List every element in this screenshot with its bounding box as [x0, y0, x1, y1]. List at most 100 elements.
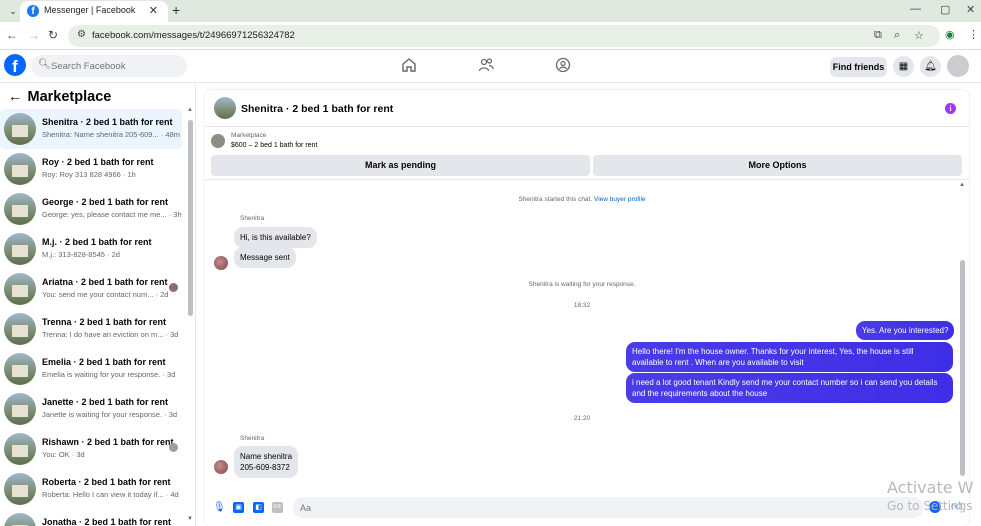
scroll-up-arrow-icon[interactable]: ▲ — [187, 107, 193, 113]
tab-close-icon[interactable]: ✕ — [149, 4, 158, 17]
listing-thumbnail — [4, 473, 36, 505]
zoom-icon[interactable]: ⌕ — [894, 29, 900, 42]
seen-avatar — [169, 283, 178, 292]
browser-address-bar: ← → ↻ ⚙ facebook.com/messages/t/24966971… — [0, 22, 981, 50]
watermark-line: Activate W — [887, 478, 974, 497]
thread-scrollbar[interactable] — [960, 260, 965, 476]
facebook-search[interactable]: 🔍︎ — [31, 55, 187, 77]
forward-arrow-icon[interactable]: → — [28, 28, 40, 42]
conversation-title: Rishawn · 2 bed 1 bath for rent — [42, 437, 174, 447]
minimize-button[interactable]: — — [910, 3, 921, 15]
reload-icon[interactable]: ↻ — [48, 28, 58, 42]
conversation-item[interactable]: Trenna · 2 bed 1 bath for rent Trenna: I… — [0, 309, 182, 349]
listing-price: $600 – 2 bed 1 bath for rent — [231, 142, 318, 149]
mark-as-pending-button[interactable]: Mark as pending — [211, 155, 590, 176]
listing-thumbnail — [4, 113, 36, 145]
conversation-item[interactable]: George · 2 bed 1 bath for rent George: y… — [0, 189, 182, 229]
listing-thumbnail — [4, 313, 36, 345]
menu-grid-icon[interactable]: ▦ — [893, 56, 914, 77]
install-app-icon[interactable]: ⧉ — [874, 29, 882, 42]
back-arrow-icon[interactable]: ← — [6, 28, 18, 42]
profile-icon[interactable]: ◉ — [945, 28, 955, 41]
site-settings-icon[interactable]: ⚙ — [77, 29, 86, 40]
seen-avatar — [169, 443, 178, 452]
sticker-icon[interactable]: ◧ — [253, 502, 264, 513]
message-thread: Shenitra started this chat. View buyer p… — [205, 179, 969, 493]
conversation-item[interactable]: Ariatna · 2 bed 1 bath for rent You: sen… — [0, 269, 182, 309]
sender-avatar[interactable] — [214, 256, 228, 270]
conversation-item[interactable]: Emelia · 2 bed 1 bath for rent Emelia is… — [0, 349, 182, 389]
conversation-item[interactable]: Janette · 2 bed 1 bath for rent Janette … — [0, 389, 182, 429]
microphone-icon[interactable]: 🎙︎ — [213, 502, 226, 513]
search-icon: 🔍︎ — [38, 59, 51, 70]
conversation-title: George · 2 bed 1 bath for rent — [42, 197, 169, 207]
groups-icon[interactable] — [555, 57, 571, 73]
search-input[interactable] — [51, 58, 181, 74]
waiting-notice: Shenitra is waiting for your response. — [528, 281, 636, 288]
conversation-list-scrollbar[interactable] — [188, 120, 193, 316]
sender-avatar[interactable] — [214, 460, 228, 474]
photo-icon[interactable]: ▣ — [233, 502, 244, 513]
facebook-logo-icon[interactable]: f — [4, 54, 26, 76]
chat-panel: Shenitra · 2 bed 1 bath for rent i Marke… — [205, 90, 969, 526]
conversation-title: Ariatna · 2 bed 1 bath for rent — [42, 277, 168, 287]
info-icon[interactable]: i — [945, 103, 956, 114]
url-omnibox[interactable]: ⚙ facebook.com/messages/t/24966971256324… — [68, 25, 940, 47]
more-options-button[interactable]: More Options — [593, 155, 962, 176]
message-line: 205-609-8372 — [240, 463, 290, 472]
marketplace-conversation-list: ← Marketplace Shenitra · 2 bed 1 bath for… — [0, 84, 196, 526]
url-text[interactable]: facebook.com/messages/t/2496697125632478… — [92, 30, 295, 41]
listing-thumbnail — [4, 353, 36, 385]
conversation-preview: M.j.: 313-828-8545 · 2d — [42, 250, 120, 259]
windows-activation-watermark: Activate W Go to Settings — [887, 478, 973, 513]
scroll-down-arrow-icon[interactable]: ▼ — [187, 516, 193, 522]
notifications-bell-icon[interactable]: 🔔︎ — [920, 56, 941, 77]
listing-thumbnail — [4, 433, 36, 465]
browser-tab[interactable]: f Messenger | Facebook ✕ — [20, 1, 168, 22]
listing-summary[interactable]: Marketplace $600 – 2 bed 1 bath for rent — [205, 128, 969, 154]
scroll-up-arrow-icon[interactable]: ▲ — [959, 182, 965, 188]
conversation-title: Trenna · 2 bed 1 bath for rent — [42, 317, 167, 327]
conversation-item[interactable]: M.j. · 2 bed 1 bath for rent M.j.: 313-8… — [0, 229, 182, 269]
conversation-preview: Janette is waiting for your response. · … — [42, 410, 178, 419]
marketplace-header: ← Marketplace — [8, 89, 111, 105]
tab-title: Messenger | Facebook — [44, 5, 136, 15]
conversation-preview: Shenitra: Name shenitra 205-609... · 48m — [42, 130, 180, 139]
incoming-message: Name shenitra 205-609-8372 — [234, 446, 299, 478]
new-tab-button[interactable]: + — [172, 2, 180, 18]
browser-tab-bar: ⌄ f Messenger | Facebook ✕ + — ▢ ✕ — [0, 0, 981, 22]
conversation-title: Emelia · 2 bed 1 bath for rent — [42, 357, 166, 367]
listing-thumbnail[interactable] — [214, 97, 236, 119]
browser-menu-icon[interactable]: ⋮ — [968, 28, 979, 41]
conversation-item[interactable]: Roberta · 2 bed 1 bath for rent Roberta:… — [0, 469, 182, 509]
account-avatar[interactable] — [947, 55, 969, 77]
message-composer: 🎙︎ ▣ ◧ GIF 👍︎ — [205, 493, 969, 523]
conversation-item[interactable]: Shenitra · 2 bed 1 bath for rent Shenitr… — [0, 109, 182, 149]
conversation-preview: You: OK · 3d — [42, 450, 85, 459]
bookmark-star-icon[interactable]: ☆ — [914, 29, 924, 42]
message-input-box[interactable] — [293, 497, 923, 518]
home-icon[interactable] — [401, 57, 417, 73]
conversation-preview: Emelia is waiting for your response. · 3… — [42, 370, 176, 379]
conversation-title: Roberta · 2 bed 1 bath for rent — [42, 477, 171, 487]
conversation-title: Roy · 2 bed 1 bath for rent — [42, 157, 154, 167]
message-input[interactable] — [300, 500, 900, 515]
listing-thumbnail — [4, 513, 36, 526]
close-window-button[interactable]: ✕ — [966, 3, 975, 16]
incoming-message: Message sent — [234, 247, 296, 268]
listing-thumbnail — [4, 233, 36, 265]
gif-icon[interactable]: GIF — [272, 502, 283, 513]
chat-title[interactable]: Shenitra · 2 bed 1 bath for rent — [241, 103, 393, 115]
find-friends-button[interactable]: Find friends — [830, 57, 887, 77]
tab-search-menu-icon[interactable]: ⌄ — [6, 4, 20, 18]
conversation-item[interactable]: Rishawn · 2 bed 1 bath for rent You: OK … — [0, 429, 182, 469]
maximize-button[interactable]: ▢ — [940, 3, 950, 16]
chat-started-text: Shenitra started this chat. — [518, 196, 593, 203]
friends-icon[interactable] — [478, 57, 494, 73]
conversation-item[interactable]: Jonatha · 2 bed 1 bath for rent — [0, 509, 182, 526]
back-arrow-icon[interactable]: ← — [8, 89, 23, 105]
sender-name: Shenitra — [240, 215, 265, 222]
view-buyer-profile-link[interactable]: View buyer profile — [594, 196, 646, 203]
conversation-item[interactable]: Roy · 2 bed 1 bath for rent Roy: Roy 313… — [0, 149, 182, 189]
chat-started-notice: Shenitra started this chat. View buyer p… — [205, 196, 959, 203]
